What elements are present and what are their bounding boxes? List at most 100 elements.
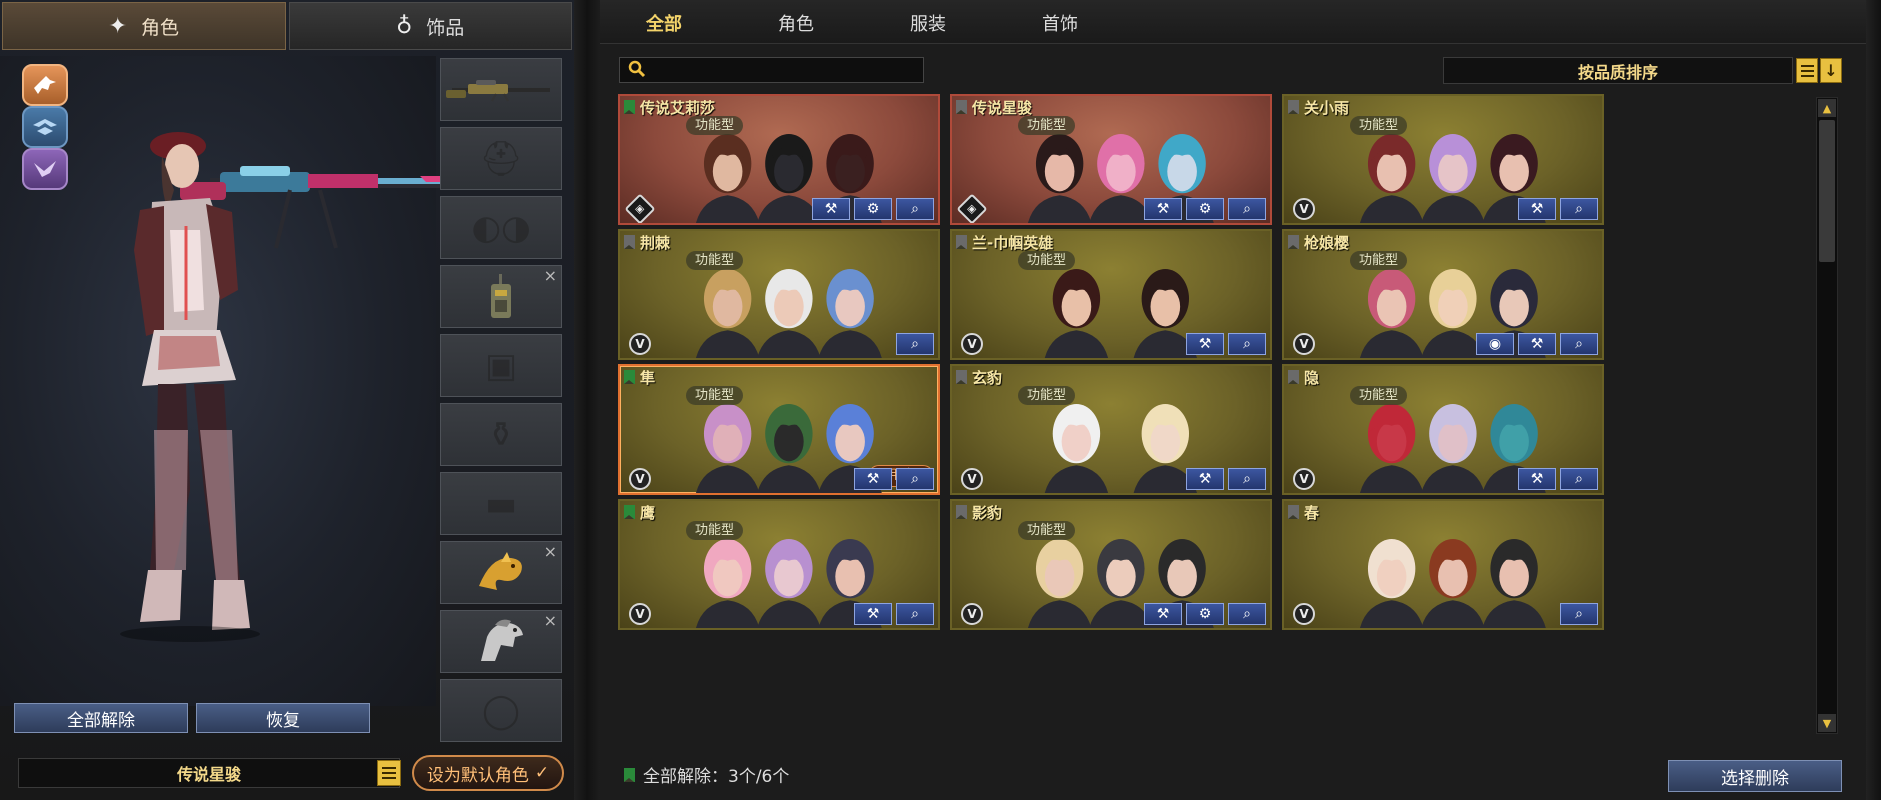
search-icon[interactable]: ⌕ — [1228, 468, 1266, 490]
slot-radio[interactable]: × — [440, 265, 562, 328]
bookmark-icon[interactable] — [956, 235, 967, 249]
tab-characters[interactable]: 角色 — [778, 10, 814, 36]
tab-character[interactable]: ✦ 角色 — [2, 2, 286, 50]
set-default-character-button[interactable]: 设为默认角色 ✓ — [412, 755, 564, 791]
search-icon[interactable]: ⌕ — [1228, 333, 1266, 355]
search-icon[interactable]: ⌕ — [896, 198, 934, 220]
silver-horse-icon — [481, 619, 523, 661]
bookmark-icon[interactable] — [956, 100, 967, 114]
bookmark-icon[interactable] — [624, 235, 635, 249]
bookmark-icon[interactable] — [1288, 370, 1299, 384]
goggles-slot-icon: ◐◑ — [471, 207, 531, 248]
wrench-icon[interactable]: ⚒ — [854, 468, 892, 490]
wrench-icon[interactable]: ⚒ — [1186, 333, 1224, 355]
wrench-icon[interactable]: ⚒ — [812, 198, 850, 220]
grid-scrollbar[interactable]: ▲ ▼ — [1816, 97, 1838, 734]
slot-helmet[interactable]: ⛑ — [440, 127, 562, 190]
character-name-field[interactable]: 传说星骏 — [18, 758, 400, 788]
search-icon[interactable]: ⌕ — [1228, 198, 1266, 220]
gear-icon[interactable]: ⚙ — [854, 198, 892, 220]
search-icon[interactable]: ⌕ — [896, 468, 934, 490]
slot-bottle[interactable]: ⚱ — [440, 403, 562, 466]
wrench-icon[interactable]: ⚒ — [1186, 468, 1224, 490]
slot-accessory-horse[interactable]: × — [440, 610, 562, 673]
bookmark-icon[interactable] — [1288, 235, 1299, 249]
search-icon — [628, 60, 646, 83]
character-card[interactable]: 玄豹 功能型 V ⚒ ⌕ — [950, 364, 1272, 495]
top-tabs: ✦ 角色 ♁ 饰品 — [2, 2, 572, 52]
scroll-up-icon[interactable]: ▲ — [1818, 99, 1836, 117]
bookmark-icon[interactable] — [1288, 100, 1299, 114]
bookmark-icon[interactable] — [624, 505, 635, 519]
tab-jewelry[interactable]: 首饰 — [1042, 10, 1078, 36]
character-card[interactable]: 关小雨 功能型 V ⚒ ⌕ — [1282, 94, 1604, 225]
search-icon[interactable]: ⌕ — [1228, 603, 1266, 625]
tab-outfits[interactable]: 服装 — [910, 10, 946, 36]
character-card[interactable]: 传说星骏 功能型 ◈ ⚒ ⚙ ⌕ — [950, 94, 1272, 225]
search-icon[interactable]: ⌕ — [1560, 603, 1598, 625]
sort-direction-icon[interactable]: ↓ — [1820, 58, 1842, 83]
portrait-figure — [1360, 404, 1424, 493]
unequip-summary-text: 全部解除：3个/6个 — [643, 767, 790, 787]
slot-vest[interactable]: ▣ — [440, 334, 562, 397]
wrench-icon[interactable]: ⚒ — [854, 603, 892, 625]
scroll-down-icon[interactable]: ▼ — [1818, 714, 1836, 732]
slot-primary-weapon[interactable] — [440, 58, 562, 121]
disc-icon[interactable]: ◉ — [1476, 333, 1514, 355]
portrait-figure — [757, 269, 821, 358]
sort-dropdown[interactable]: 按品质排序 — [1443, 57, 1793, 84]
scroll-thumb[interactable] — [1819, 120, 1835, 262]
bookmark-icon[interactable] — [624, 370, 635, 384]
restore-button[interactable]: 恢复 — [196, 703, 370, 733]
eagle-faction-icon[interactable] — [22, 64, 68, 106]
slot-pants[interactable]: ▬ — [440, 472, 562, 535]
character-card[interactable]: 隐功能型 V ⚒ ⌕ — [1282, 364, 1604, 495]
gear-icon[interactable]: ⚙ — [1186, 198, 1224, 220]
role-type-badge: 功能型 — [1018, 251, 1076, 270]
bird-faction-icon[interactable] — [22, 148, 68, 190]
wrench-icon[interactable]: ⚒ — [1144, 603, 1182, 625]
remove-item-icon[interactable]: × — [544, 542, 557, 561]
character-list-menu-icon[interactable] — [377, 760, 401, 786]
gear-icon[interactable]: ⚙ — [1186, 603, 1224, 625]
search-input[interactable] — [654, 60, 914, 80]
bookmark-icon[interactable] — [1288, 505, 1299, 519]
tab-all[interactable]: 全部 — [646, 10, 682, 36]
character-card[interactable]: 兰-巾帼英雄 功能型 V ⚒ ⌕ — [950, 229, 1272, 360]
character-card[interactable]: 鹰功能型 V ⚒ ⌕ — [618, 499, 940, 630]
wings-faction-icon[interactable] — [22, 106, 68, 148]
character-card[interactable]: 传说艾莉莎 功能型 ◈ ⚒ ⚙ ⌕ — [618, 94, 940, 225]
portrait-figure — [818, 269, 882, 358]
remove-item-icon[interactable]: × — [544, 611, 557, 630]
character-icon: ✦ — [108, 13, 127, 39]
character-card[interactable]: 隼功能型V使用中✓⚒⌕ — [618, 364, 940, 495]
slot-accessory-dragon[interactable]: × — [440, 541, 562, 604]
sort-options-menu-icon[interactable] — [1796, 58, 1818, 83]
equipment-slots: ⛑ ◐◑ × ▣ ⚱ ▬ × × ◯ — [440, 58, 562, 748]
bookmark-icon[interactable] — [956, 370, 967, 384]
portrait-figure — [1028, 134, 1092, 223]
search-icon[interactable]: ⌕ — [896, 603, 934, 625]
remove-item-icon[interactable]: × — [544, 266, 557, 285]
character-card[interactable]: 荆棘 功能型 V ⌕ — [618, 229, 940, 360]
character-card[interactable]: 影豹 功能型 V ⚒ ⚙ ⌕ — [950, 499, 1272, 630]
card-actions: ⚒ ⌕ — [1186, 333, 1266, 355]
wrench-icon[interactable]: ⚒ — [1518, 198, 1556, 220]
wrench-icon[interactable]: ⚒ — [1518, 468, 1556, 490]
bookmark-icon[interactable] — [956, 505, 967, 519]
portrait-figure — [1028, 539, 1092, 628]
search-icon[interactable]: ⌕ — [1560, 198, 1598, 220]
unequip-all-button[interactable]: 全部解除 — [14, 703, 188, 733]
wrench-icon[interactable]: ⚒ — [1144, 198, 1182, 220]
slot-ring[interactable]: ◯ — [440, 679, 562, 742]
search-icon[interactable]: ⌕ — [896, 333, 934, 355]
search-icon[interactable]: ⌕ — [1560, 468, 1598, 490]
wrench-icon[interactable]: ⚒ — [1518, 333, 1556, 355]
select-delete-button[interactable]: 选择删除 — [1668, 760, 1842, 792]
character-card[interactable]: 春 V ⌕ — [1282, 499, 1604, 630]
bookmark-icon[interactable] — [624, 100, 635, 114]
character-card[interactable]: 枪娘樱 功能型 V ◉ ⚒ ⌕ — [1282, 229, 1604, 360]
tab-accessory[interactable]: ♁ 饰品 — [288, 2, 572, 50]
search-icon[interactable]: ⌕ — [1560, 333, 1598, 355]
slot-goggles[interactable]: ◐◑ — [440, 196, 562, 259]
